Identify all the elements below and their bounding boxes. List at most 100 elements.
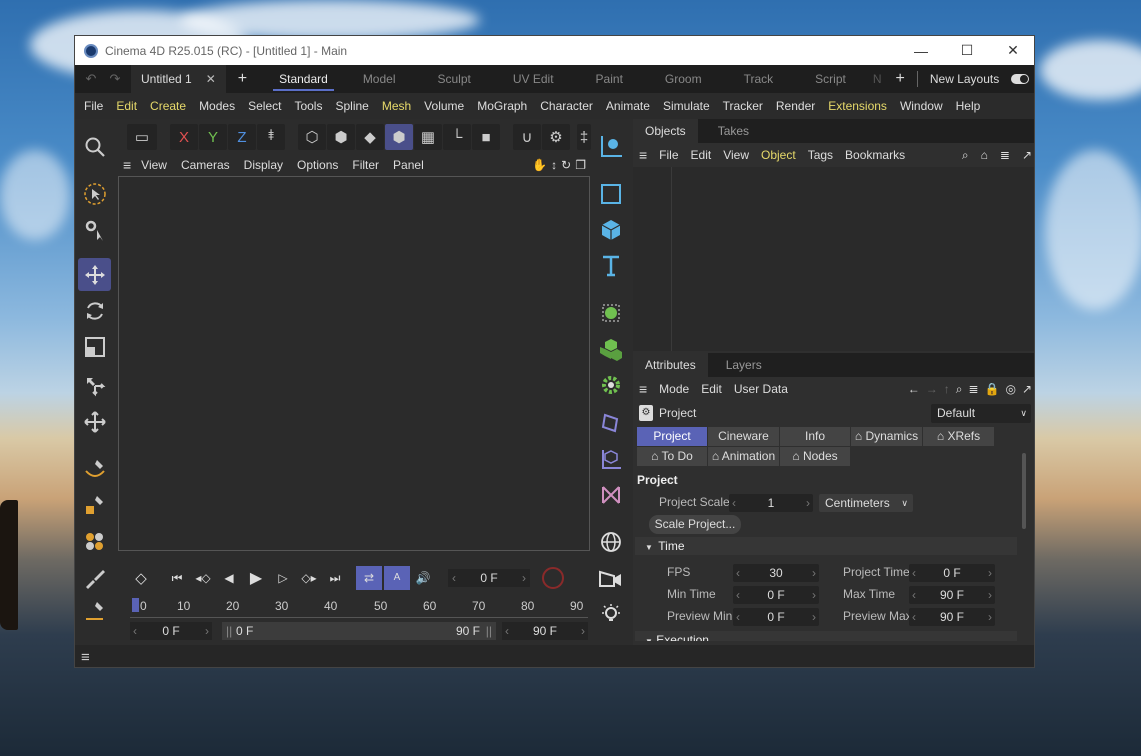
polygons-mode-icon[interactable]: ◆ bbox=[356, 124, 384, 150]
layout-standard[interactable]: Standard bbox=[265, 65, 342, 93]
layout-paint[interactable]: Paint bbox=[575, 65, 644, 93]
keyframe-icon[interactable]: ◇ bbox=[128, 569, 154, 587]
min-time-field[interactable]: ‹ 0 F › bbox=[733, 586, 819, 604]
pan-hand-icon[interactable]: ✋ bbox=[532, 158, 547, 172]
menu-tools[interactable]: Tools bbox=[294, 99, 322, 113]
playhead[interactable] bbox=[132, 598, 139, 612]
menu-mograph[interactable]: MoGraph bbox=[477, 99, 527, 113]
menu-animate[interactable]: Animate bbox=[606, 99, 650, 113]
attr-tab-todo[interactable]: ⌂ To Do bbox=[637, 447, 708, 466]
new-layouts-toggle[interactable] bbox=[1011, 74, 1030, 84]
attr-tab-nodes[interactable]: ⌂ Nodes bbox=[780, 447, 851, 466]
menu-volume[interactable]: Volume bbox=[424, 99, 464, 113]
menu-render[interactable]: Render bbox=[776, 99, 815, 113]
autokey-icon[interactable]: A bbox=[384, 566, 410, 590]
text-object-icon[interactable] bbox=[593, 249, 629, 282]
camera-object-icon[interactable] bbox=[593, 130, 629, 163]
deformer-icon[interactable] bbox=[593, 406, 629, 439]
tab-objects[interactable]: Objects bbox=[633, 119, 698, 143]
menu-simulate[interactable]: Simulate bbox=[663, 99, 710, 113]
preview-max-field[interactable]: ‹ 90 F › bbox=[909, 608, 995, 626]
layout-model[interactable]: Model bbox=[342, 65, 417, 93]
attr-tab-animation[interactable]: ⌂ Animation bbox=[708, 447, 780, 466]
close-window-button[interactable]: ✕ bbox=[990, 36, 1034, 65]
generator-icon[interactable] bbox=[593, 296, 629, 329]
document-tab[interactable]: Untitled 1 ✕ bbox=[131, 65, 226, 93]
view-toggle-icon[interactable]: ▭ bbox=[127, 124, 157, 150]
coordinate-system-icon[interactable]: ⯒ bbox=[257, 124, 285, 150]
menu-character[interactable]: Character bbox=[540, 99, 593, 113]
uv-mode-icon[interactable]: ▦ bbox=[414, 124, 442, 150]
tab-layers[interactable]: Layers bbox=[714, 353, 774, 377]
menu-mesh[interactable]: Mesh bbox=[382, 99, 411, 113]
play-icon[interactable]: ▶ bbox=[242, 568, 270, 588]
target-icon[interactable]: ◎ bbox=[1005, 382, 1015, 396]
objects-menu-object[interactable]: Object bbox=[761, 148, 796, 162]
objects-menu-view[interactable]: View bbox=[723, 148, 749, 162]
snap-settings-icon[interactable]: ⚙ bbox=[542, 124, 570, 150]
selection-icon[interactable] bbox=[78, 177, 111, 210]
menu-file[interactable]: File bbox=[84, 99, 103, 113]
attr-tab-info[interactable]: Info bbox=[780, 427, 851, 446]
menu-create[interactable]: Create bbox=[150, 99, 186, 113]
range-slider[interactable]: || 0 F 90 F || bbox=[222, 622, 496, 640]
field-icon[interactable] bbox=[593, 442, 629, 475]
axis-mode-icon[interactable]: └ bbox=[443, 124, 471, 150]
attr-tab-cineware[interactable]: Cineware bbox=[708, 427, 780, 446]
paint-tool-icon[interactable] bbox=[78, 594, 111, 627]
search-icon[interactable] bbox=[78, 130, 111, 163]
status-hamburger-icon[interactable]: ≡ bbox=[81, 649, 90, 666]
preview-min-field[interactable]: ‹ 0 F › bbox=[733, 608, 819, 626]
next-key-icon[interactable]: ◇▸ bbox=[296, 571, 322, 585]
sound-icon[interactable]: 🔊 bbox=[410, 571, 436, 585]
attributes-menu-user-data[interactable]: User Data bbox=[734, 382, 788, 396]
spline-pen-icon[interactable] bbox=[78, 452, 111, 485]
objects-home-icon[interactable]: ⌂ bbox=[981, 148, 988, 162]
transform-tool-icon[interactable] bbox=[78, 369, 111, 402]
new-document-icon[interactable]: + bbox=[238, 70, 247, 88]
solo-mode-icon[interactable]: ■ bbox=[472, 124, 500, 150]
previous-key-icon[interactable]: ◂◇ bbox=[190, 571, 216, 585]
placement-tool-icon[interactable] bbox=[78, 405, 111, 438]
viewport-menu-options[interactable]: Options bbox=[297, 158, 338, 172]
edges-mode-icon[interactable]: ⬢ bbox=[327, 124, 355, 150]
go-to-end-icon[interactable]: ⏭ bbox=[322, 571, 348, 586]
tab-attributes[interactable]: Attributes bbox=[633, 353, 708, 377]
max-time-field[interactable]: ‹ 90 F › bbox=[909, 586, 995, 604]
rotate-tool-icon[interactable] bbox=[78, 294, 111, 327]
orbit-icon[interactable]: ↻ bbox=[561, 158, 571, 172]
environment-globe-icon[interactable] bbox=[593, 525, 629, 558]
object-manager-list[interactable] bbox=[633, 167, 1034, 351]
go-to-start-icon[interactable]: ⏮ bbox=[164, 571, 190, 586]
maximize-viewport-icon[interactable]: ❐ bbox=[575, 158, 586, 172]
layout-script[interactable]: Script bbox=[794, 65, 867, 93]
layout-sculpt[interactable]: Sculpt bbox=[417, 65, 492, 93]
layout-track[interactable]: Track bbox=[723, 65, 795, 93]
viewport-menu-panel[interactable]: Panel bbox=[393, 158, 424, 172]
time-section-header[interactable]: ▼ Time bbox=[635, 537, 1017, 555]
project-scale-field[interactable]: ‹ 1 › bbox=[729, 494, 813, 512]
fps-field[interactable]: ‹ 30 › bbox=[733, 564, 819, 582]
brush-icon[interactable] bbox=[78, 561, 111, 594]
model-mode-icon[interactable]: ⬢ bbox=[385, 124, 413, 150]
objects-hamburger-icon[interactable]: ≡ bbox=[639, 147, 647, 163]
menu-extensions[interactable]: Extensions bbox=[828, 99, 887, 113]
objects-menu-tags[interactable]: Tags bbox=[808, 148, 833, 162]
menu-select[interactable]: Select bbox=[248, 99, 281, 113]
attr-tab-project[interactable]: Project bbox=[637, 427, 708, 446]
attributes-new-window-icon[interactable]: ↗ bbox=[1022, 382, 1032, 396]
scale-project-button[interactable]: Scale Project... bbox=[649, 515, 741, 534]
menu-spline[interactable]: Spline bbox=[335, 99, 368, 113]
scale-tool-icon[interactable] bbox=[78, 330, 111, 363]
light-icon[interactable] bbox=[593, 597, 629, 630]
menu-modes[interactable]: Modes bbox=[199, 99, 235, 113]
attributes-search-icon[interactable]: ⌕ bbox=[956, 382, 963, 397]
preset-dropdown[interactable]: Default ∨ bbox=[931, 404, 1031, 423]
minimize-button[interactable]: — bbox=[898, 36, 944, 65]
current-frame-field[interactable]: ‹ 0 F › bbox=[448, 569, 530, 587]
cloner-icon[interactable] bbox=[593, 332, 629, 365]
add-layout-icon[interactable]: + bbox=[896, 70, 905, 88]
end-frame-field[interactable]: ‹ 90 F › bbox=[502, 622, 588, 640]
viewport-menu-cameras[interactable]: Cameras bbox=[181, 158, 230, 172]
toolbar-more-icon[interactable]: ‡ bbox=[577, 124, 591, 150]
